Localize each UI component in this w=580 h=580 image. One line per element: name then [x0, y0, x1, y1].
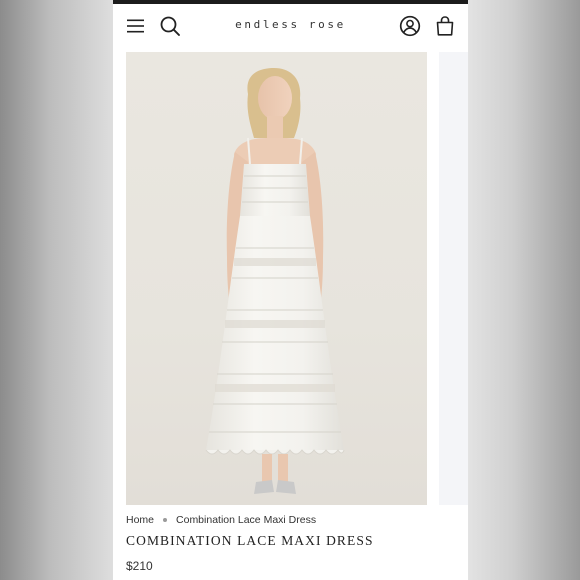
product-price: $210 [126, 559, 153, 573]
search-icon[interactable] [158, 14, 182, 38]
product-image[interactable] [126, 52, 427, 505]
next-product-image-peek[interactable] [439, 52, 468, 505]
hamburger-menu-icon[interactable] [124, 14, 148, 38]
photo-backdrop-left [0, 0, 113, 580]
shopping-bag-icon[interactable] [433, 14, 457, 38]
site-header: endless rose [113, 4, 468, 50]
model-photo [205, 68, 345, 494]
product-title: COMBINATION LACE MAXI DRESS [126, 533, 374, 548]
breadcrumb-separator [163, 518, 168, 523]
breadcrumb-current[interactable]: Combination Lace Maxi Dress [176, 514, 316, 526]
breadcrumb: Home Combination Lace Maxi Dress [126, 514, 316, 528]
phone-screen: endless rose Home Combination Lace Maxi … [113, 0, 468, 580]
breadcrumb-home-link[interactable]: Home [126, 514, 154, 526]
account-icon[interactable] [398, 14, 422, 38]
photo-backdrop-right [468, 0, 580, 580]
brand-logo[interactable]: endless rose [203, 18, 378, 31]
